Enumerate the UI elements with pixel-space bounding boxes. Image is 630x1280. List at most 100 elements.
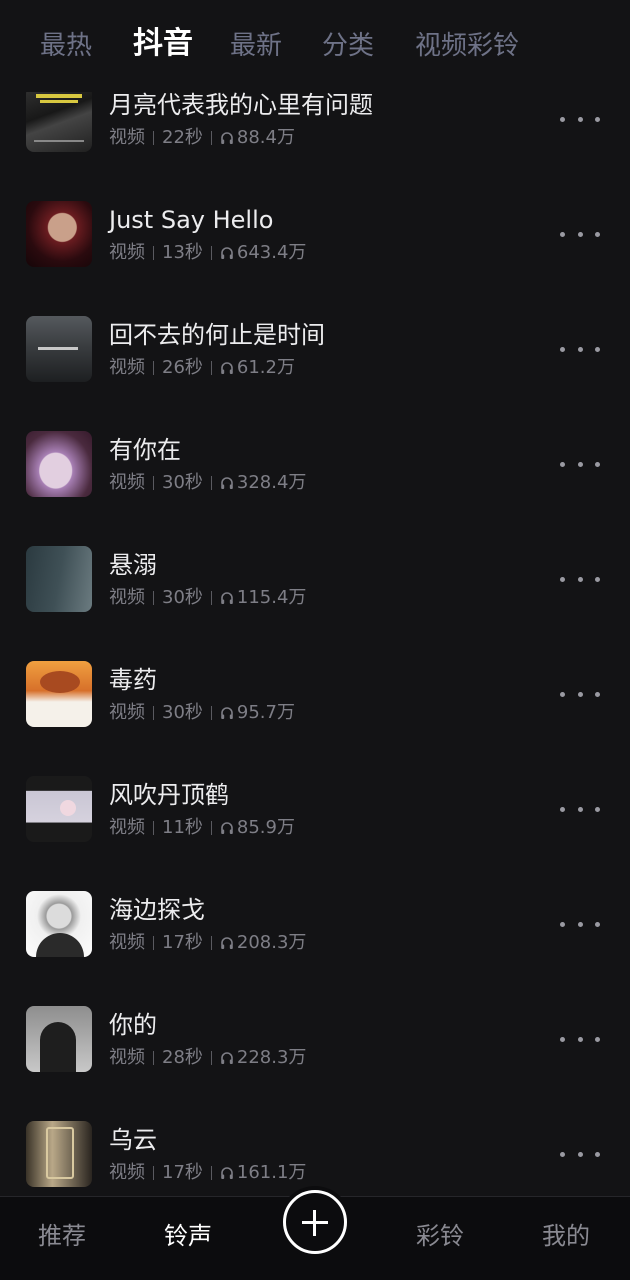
item-meta: 视频 11秒 85.9万 xyxy=(109,817,295,839)
divider xyxy=(153,1166,154,1180)
tab-latest[interactable]: 最新 xyxy=(230,28,282,64)
video-thumbnail xyxy=(26,891,92,957)
headphones-icon xyxy=(221,362,233,374)
item-duration: 13秒 xyxy=(162,242,203,263)
item-type: 视频 xyxy=(109,702,145,723)
divider xyxy=(210,706,212,720)
more-dots-icon[interactable] xyxy=(560,1024,600,1054)
more-dots-icon[interactable] xyxy=(560,679,600,709)
item-title: 悬溺 xyxy=(109,551,157,579)
headphones-icon xyxy=(221,707,233,719)
list-item[interactable]: 你的 视频 28秒 228.3万 xyxy=(0,982,630,1097)
video-thumbnail xyxy=(26,316,92,382)
item-title: 毒药 xyxy=(109,666,157,694)
more-dots-icon[interactable] xyxy=(560,909,600,939)
item-plays: 61.2万 xyxy=(236,357,295,378)
divider xyxy=(210,361,212,375)
divider xyxy=(153,591,154,605)
item-plays: 161.1万 xyxy=(236,1162,307,1183)
list-item[interactable]: 毒药 视频 30秒 95.7万 xyxy=(0,637,630,752)
video-thumbnail xyxy=(26,86,92,152)
nav-recommend[interactable]: 推荐 xyxy=(38,1221,86,1251)
add-button[interactable] xyxy=(279,1186,351,1258)
item-meta: 视频 22秒 88.4万 xyxy=(109,127,295,149)
more-dots-icon[interactable] xyxy=(560,1139,600,1169)
item-plays: 643.4万 xyxy=(236,242,307,263)
more-dots-icon[interactable] xyxy=(560,449,600,479)
item-meta: 视频 17秒 161.1万 xyxy=(109,1162,306,1184)
item-plays: 95.7万 xyxy=(236,702,295,723)
item-meta: 视频 28秒 228.3万 xyxy=(109,1047,306,1069)
list-item[interactable]: Just Say Hello 视频 13秒 643.4万 xyxy=(0,177,630,292)
item-title: 风吹丹顶鹤 xyxy=(109,781,229,809)
headphones-icon xyxy=(221,247,233,259)
video-thumbnail xyxy=(26,1006,92,1072)
more-dots-icon[interactable] xyxy=(560,564,600,594)
item-type: 视频 xyxy=(109,817,145,838)
item-duration: 30秒 xyxy=(162,702,203,723)
list-item[interactable]: 回不去的何止是时间 视频 26秒 61.2万 xyxy=(0,292,630,407)
item-plays: 88.4万 xyxy=(236,127,295,148)
tab-douyin[interactable]: 抖音 xyxy=(133,26,193,62)
ringtone-list: 月亮代表我的心里有问题 视频 22秒 88.4万 Just Say Hello … xyxy=(0,62,630,1212)
tab-hot[interactable]: 最热 xyxy=(40,28,92,64)
item-type: 视频 xyxy=(109,127,145,148)
item-type: 视频 xyxy=(109,1047,145,1068)
item-meta: 视频 26秒 61.2万 xyxy=(109,357,295,379)
divider xyxy=(153,1051,154,1065)
divider xyxy=(210,131,212,145)
item-title: 有你在 xyxy=(109,436,181,464)
item-duration: 11秒 xyxy=(162,817,203,838)
more-dots-icon[interactable] xyxy=(560,104,600,134)
list-item[interactable]: 有你在 视频 30秒 328.4万 xyxy=(0,407,630,522)
divider xyxy=(153,246,154,260)
headphones-icon xyxy=(221,477,233,489)
divider xyxy=(153,131,154,145)
item-type: 视频 xyxy=(109,357,145,378)
video-thumbnail xyxy=(26,776,92,842)
item-title: 海边探戈 xyxy=(109,896,205,924)
item-type: 视频 xyxy=(109,472,145,493)
more-dots-icon[interactable] xyxy=(560,794,600,824)
divider xyxy=(210,936,212,950)
nav-color-ringtone[interactable]: 彩铃 xyxy=(416,1221,464,1251)
tab-video-ringtone[interactable]: 视频彩铃 xyxy=(415,28,519,64)
divider xyxy=(210,476,212,490)
video-thumbnail xyxy=(26,661,92,727)
item-duration: 30秒 xyxy=(162,472,203,493)
item-meta: 视频 13秒 643.4万 xyxy=(109,242,306,264)
divider xyxy=(153,361,154,375)
headphones-icon xyxy=(221,1052,233,1064)
nav-mine[interactable]: 我的 xyxy=(542,1221,590,1251)
item-duration: 26秒 xyxy=(162,357,203,378)
list-item[interactable]: 海边探戈 视频 17秒 208.3万 xyxy=(0,867,630,982)
video-thumbnail xyxy=(26,546,92,612)
video-thumbnail xyxy=(26,201,92,267)
item-title: 你的 xyxy=(109,1011,157,1039)
item-type: 视频 xyxy=(109,242,145,263)
list-item[interactable]: 风吹丹顶鹤 视频 11秒 85.9万 xyxy=(0,752,630,867)
headphones-icon xyxy=(221,822,233,834)
more-dots-icon[interactable] xyxy=(560,219,600,249)
tab-category[interactable]: 分类 xyxy=(322,28,374,64)
headphones-icon xyxy=(221,132,233,144)
divider xyxy=(210,246,212,260)
divider xyxy=(153,821,154,835)
headphones-icon xyxy=(221,1167,233,1179)
divider xyxy=(153,936,154,950)
divider xyxy=(210,1051,212,1065)
nav-ringtone[interactable]: 铃声 xyxy=(164,1221,212,1251)
headphones-icon xyxy=(221,592,233,604)
list-item[interactable]: 悬溺 视频 30秒 115.4万 xyxy=(0,522,630,637)
item-plays: 115.4万 xyxy=(236,587,307,608)
item-type: 视频 xyxy=(109,1162,145,1183)
item-title: 月亮代表我的心里有问题 xyxy=(109,91,373,119)
item-duration: 28秒 xyxy=(162,1047,203,1068)
video-thumbnail xyxy=(26,431,92,497)
item-title: 乌云 xyxy=(109,1126,157,1154)
headphones-icon xyxy=(221,937,233,949)
item-duration: 17秒 xyxy=(162,1162,203,1183)
top-tab-bar: 最热 抖音 最新 分类 视频彩铃 xyxy=(0,0,630,92)
add-circle-icon xyxy=(283,1190,347,1254)
more-dots-icon[interactable] xyxy=(560,334,600,364)
